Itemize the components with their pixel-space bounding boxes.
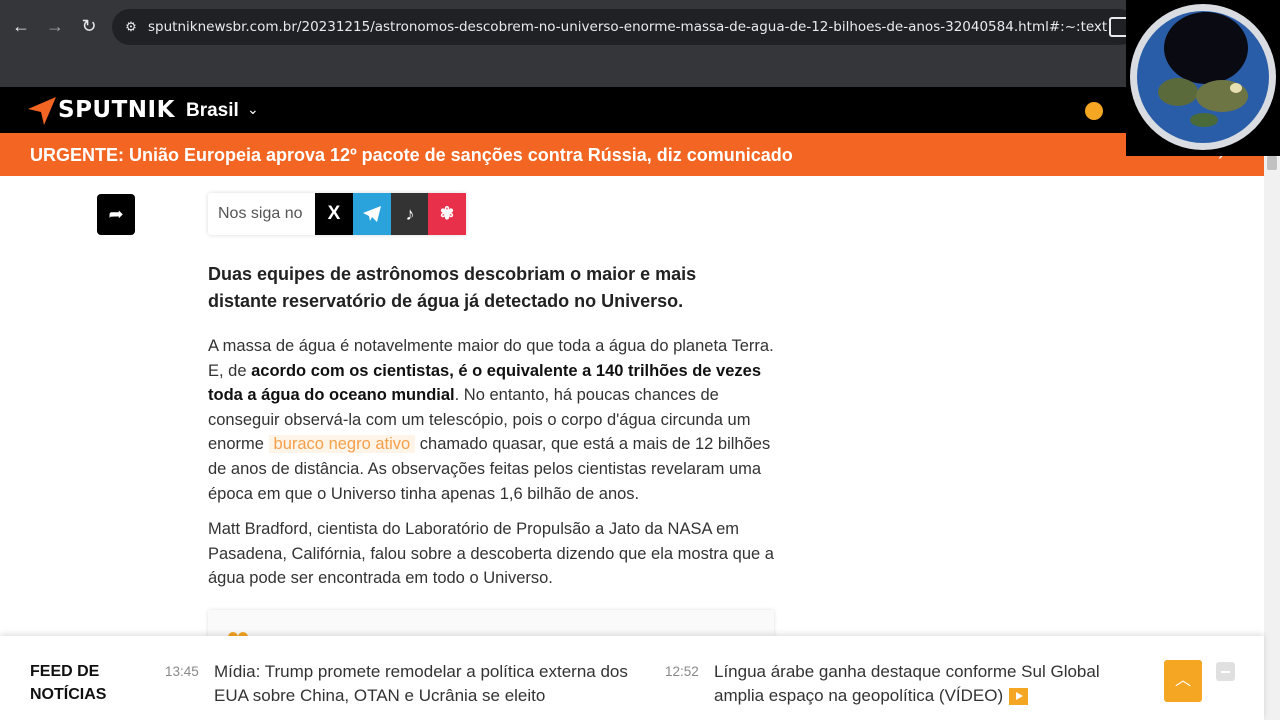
minimize-feed-button[interactable] [1216,662,1235,681]
edition-selector[interactable]: Brasil [186,100,239,122]
feed-item-text[interactable]: Língua árabe ganha destaque conforme Sul… [714,662,1100,705]
sputnik-logo[interactable]: SPUTNIK [58,97,175,123]
feed-item-text[interactable]: Mídia: Trump promete remodelar a polític… [214,662,628,705]
more-social-button[interactable]: ✾ [428,193,466,235]
feed-title: FEED DE NOTÍCIAS [30,660,106,706]
feed-item-time: 12:52 [665,664,699,679]
chevron-up-icon: ︿ [1174,672,1191,689]
site-header: SPUTNIK Brasil ⌄ [0,87,1264,133]
share-network-icon: ✾ [439,204,455,223]
video-icon [1009,688,1029,706]
x-icon: X [327,203,341,224]
follow-label: Nos siga no [218,205,303,222]
chevron-down-icon[interactable]: ⌄ [247,101,259,118]
telegram-icon [363,206,381,222]
tiktok-button[interactable]: ♪ [391,193,429,235]
urgent-banner[interactable]: URGENTE: União Europeia aprova 12º pacot… [0,133,1264,176]
share-icon: ➦ [108,204,124,224]
webcam-overlay [1126,0,1280,156]
feed-title-line-2: NOTÍCIAS [30,686,107,703]
flat-earth-image [1130,4,1276,150]
x-social-button[interactable]: X [315,193,353,235]
news-feed: FEED DE NOTÍCIAS 13:45 Mídia: Trump prom… [0,636,1264,720]
sputnik-logo-icon[interactable] [28,97,56,125]
forward-icon[interactable]: → [43,14,67,38]
back-icon[interactable]: ← [9,14,33,38]
url-text[interactable]: sputniknewsbr.com.br/20231215/astronomos… [148,18,1108,36]
feed-item[interactable]: Língua árabe ganha destaque conforme Sul… [714,660,1114,708]
tiktok-icon: ♪ [405,204,415,224]
scroll-top-button[interactable]: ︿ [1164,660,1202,702]
telegram-button[interactable] [353,193,391,235]
urgent-headline[interactable]: URGENTE: União Europeia aprova 12º pacot… [30,145,793,166]
browser-toolbar: ← → ↻ ⚙ sputniknewsbr.com.br/20231215/as… [0,0,1280,87]
share-button[interactable]: ➦ [97,194,135,235]
feed-item[interactable]: Mídia: Trump promete remodelar a polític… [214,660,644,708]
article-paragraph-2: Matt Bradford, cientista do Laboratório … [208,520,774,588]
article-paragraph-1: A massa de água é notavelmente maior do … [208,334,778,506]
radio-live-icon[interactable] [1084,101,1104,121]
scrollbar-thumb[interactable] [1267,156,1277,170]
scrollbar-track[interactable] [1264,133,1280,720]
black-hole-link[interactable]: buraco negro ativo [268,435,416,454]
follow-bar: Nos siga no X ♪ ✾ [208,193,466,235]
address-bar[interactable]: ⚙ sputniknewsbr.com.br/20231215/astronom… [112,9,1137,45]
feed-item-time: 13:45 [165,664,199,679]
reload-icon[interactable]: ↻ [77,14,101,38]
feed-title-line-1: FEED DE [30,663,100,680]
article-lead: Duas equipes de astrônomos descobriam o … [208,264,697,311]
site-settings-icon[interactable]: ⚙ [122,18,140,36]
